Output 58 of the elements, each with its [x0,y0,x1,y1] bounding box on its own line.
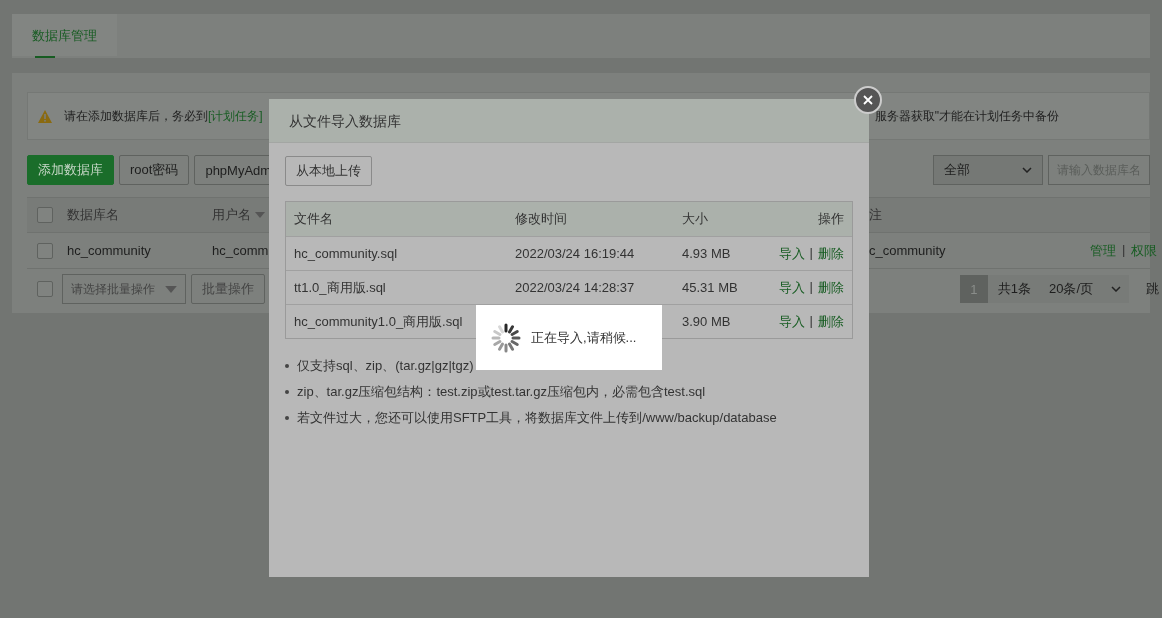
note-text: 仅支持sql、zip、(tar.gz|gz|tgz) [297,357,474,375]
table-cell: hc_community.sql [294,246,398,261]
checkbox[interactable] [37,242,53,259]
bullet-icon [285,364,289,368]
table-cell: tt1.0_商用版.sql [294,278,386,297]
chevron-down-icon [1022,167,1032,173]
action-link[interactable]: 导入 [778,312,805,331]
loading-text: 正在导入,请稍候... [531,328,637,347]
separator: | [1121,241,1127,259]
table-cell: 3.90 MB [682,314,731,329]
column-header: 大小 [682,210,708,228]
tab[interactable]: 数据库管理 [12,14,117,58]
separator: | [808,244,814,262]
action-link[interactable]: 删除 [818,244,844,263]
notice-text: 服务器获取"才能在计划任务中备份 [874,107,1059,125]
dialog-title: 从文件导入数据库 [269,99,869,143]
action-link[interactable]: 管理 [1090,241,1116,260]
column-header: 修改时间 [515,210,567,228]
separator: | [808,278,814,296]
filter-select[interactable]: 全部 [933,155,1043,185]
toolbar-button[interactable]: 添加数据库 [27,155,114,185]
chevron-down-icon [1111,286,1121,292]
note-text: zip、tar.gz压缩包结构：test.zip或test.tar.gz压缩包内，必需包含test.sql [297,383,706,401]
table-cell: hc_community [67,243,151,258]
bullet-icon [285,390,289,394]
toolbar-button[interactable]: root密码 [119,155,190,185]
action-link[interactable]: 导入 [778,278,805,297]
table-cell: 45.31 MB [682,280,738,295]
separator: | [808,312,814,330]
jump-label: 跳 [1146,280,1160,298]
total-count: 共1条 [987,275,1041,303]
caret-icon [165,285,177,293]
checkbox[interactable] [37,207,53,223]
table-cell: 2022/03/24 14:28:37 [515,280,635,295]
action-link[interactable]: 删除 [818,278,844,297]
warning-icon [38,109,52,123]
column-header: 操作 [818,210,844,228]
bullet-icon [285,416,289,420]
action-link[interactable]: 删除 [818,312,844,331]
scheduled-task-link[interactable]: [计划任务] [208,107,263,125]
column-header[interactable]: 数据库名 [67,207,119,222]
close-icon [863,95,873,105]
column-header: 文件名 [294,210,333,228]
note-text: 若文件过大，您还可以使用SFTP工具，将数据库文件上传到/www/backup/database [297,409,777,427]
column-header: 注 [869,206,882,224]
checkbox[interactable] [37,281,53,297]
column-header[interactable]: 用户名 [212,206,251,224]
page-size-select[interactable]: 20条/页 [1041,275,1129,303]
table-cell: 2022/03/24 16:19:44 [515,246,635,261]
table-cell: c_community [869,243,946,258]
notice-text: 请在添加数据库后，务必到 [64,107,208,125]
spinner-icon [490,321,522,354]
action-link[interactable]: 导入 [778,244,805,263]
action-link[interactable]: 权限 [1131,241,1158,260]
table-cell: hc_community1.0_商用版.sql [294,312,463,331]
table-cell: 4.93 MB [682,246,731,261]
table-cell: hc_comm [212,243,269,258]
upload-button[interactable]: 从本地上传 [285,156,372,186]
